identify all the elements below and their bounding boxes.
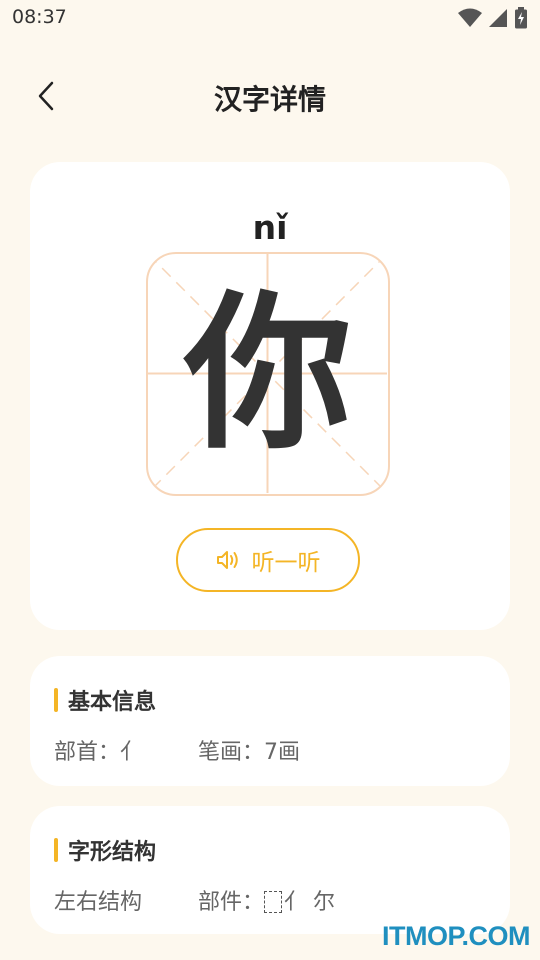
components-info: 部件： 亻 尔 [198, 884, 335, 916]
status-time: 08:37 [12, 6, 67, 28]
structure-type: 左右结构 [54, 890, 143, 915]
page-title: 汉字详情 [213, 83, 326, 116]
structure-card: 字形结构 左右结构 部件： 亻 尔 [30, 806, 510, 934]
hanzi-character: 你 [184, 276, 352, 472]
signal-icon [489, 9, 507, 27]
basic-info-title: 基本信息 [54, 684, 156, 716]
components-value: 亻 尔 [284, 890, 336, 915]
listen-label: 听一听 [251, 550, 321, 576]
accent-bar [54, 688, 58, 712]
listen-button[interactable]: 听一听 [176, 528, 360, 592]
basic-info-title-text: 基本信息 [68, 690, 157, 715]
character-card: nǐ 你 听一听 [30, 162, 510, 630]
component-structure-icon [264, 891, 283, 913]
basic-info-card: 基本信息 部首：亻 笔画：7画 [30, 656, 510, 786]
radical-label: 部首： [54, 740, 121, 765]
strokes-value: 7画 [264, 740, 301, 765]
header: 汉字详情 [0, 60, 540, 136]
strokes-label: 笔画： [198, 740, 265, 765]
radical-value: 亻 [120, 740, 143, 765]
speaker-icon [216, 551, 238, 569]
writing-grid: 你 [146, 252, 390, 496]
components-label: 部件： [198, 890, 265, 915]
stroke-info: 笔画：7画 [198, 734, 300, 766]
pinyin: nǐ [252, 208, 288, 247]
status-bar: 08:37 [0, 0, 540, 34]
basic-info-row: 部首：亻 笔画：7画 [54, 734, 300, 766]
structure-title: 字形结构 [54, 834, 156, 866]
structure-info-row: 左右结构 部件： 亻 尔 [54, 884, 335, 916]
status-icons [458, 7, 528, 29]
radical-info: 部首：亻 [54, 734, 198, 766]
structure-title-text: 字形结构 [68, 840, 157, 865]
battery-charging-icon [515, 7, 527, 29]
watermark: ITMOP.COM [381, 921, 531, 951]
wifi-icon [458, 8, 482, 27]
accent-bar [54, 838, 58, 862]
